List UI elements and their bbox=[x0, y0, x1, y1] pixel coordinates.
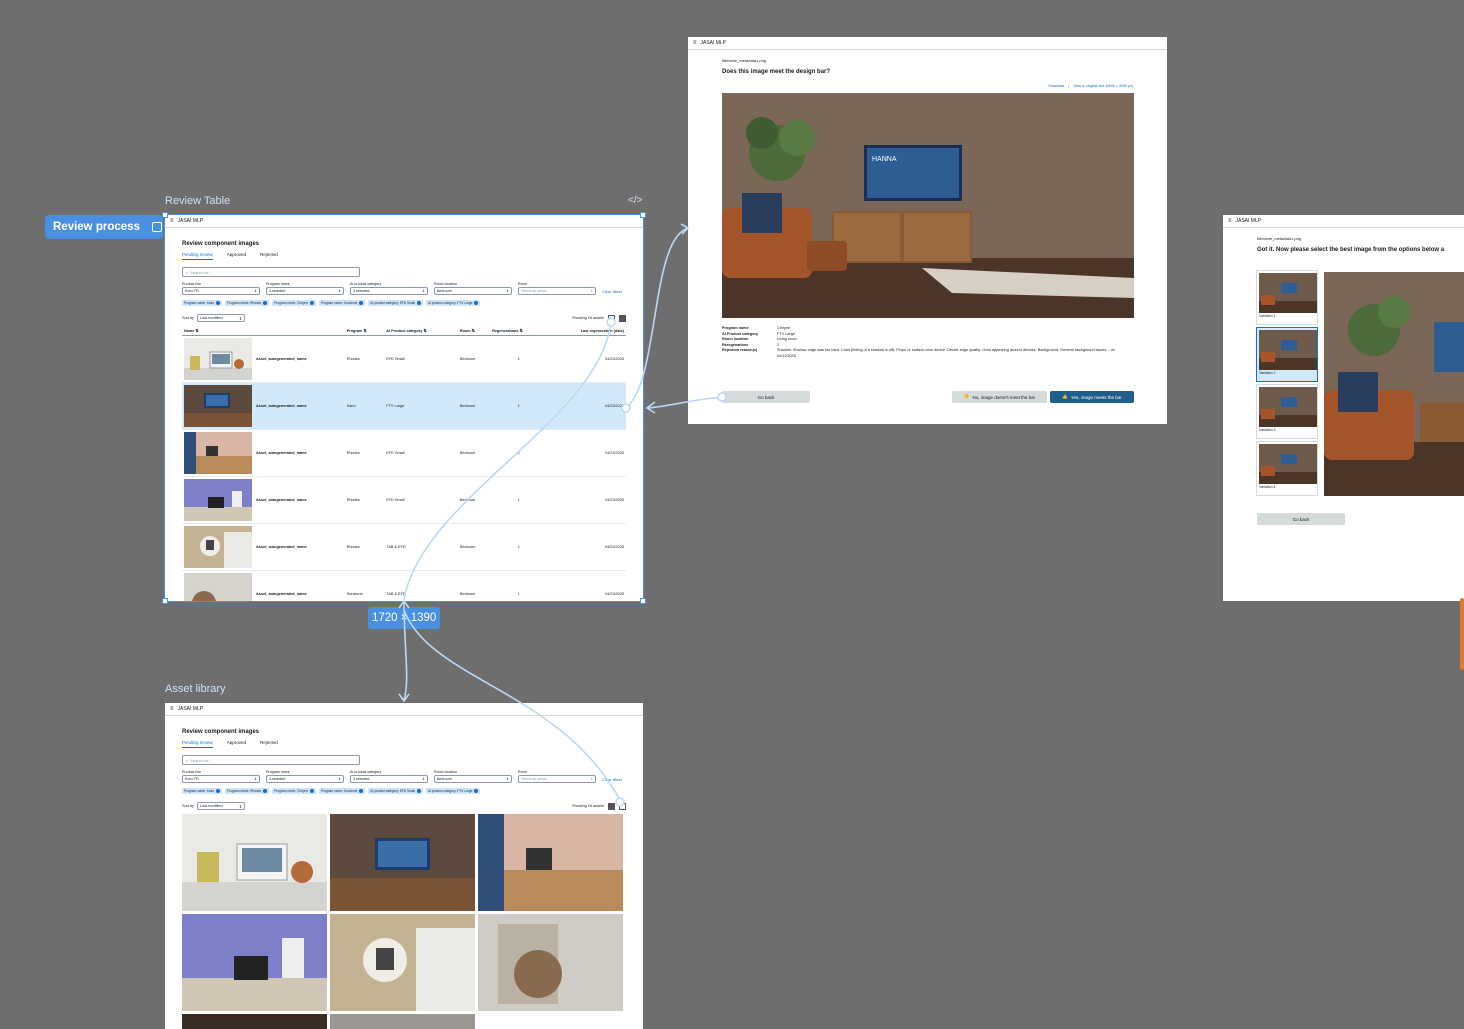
connector-node[interactable] bbox=[717, 392, 727, 402]
prototype-connectors bbox=[398, 223, 727, 807]
connector-node[interactable] bbox=[621, 403, 631, 413]
connector-node[interactable] bbox=[615, 797, 625, 807]
connector-node[interactable] bbox=[606, 317, 616, 327]
connector-library-toggle[interactable] bbox=[403, 609, 621, 801]
connector-back-to-table[interactable] bbox=[647, 396, 723, 409]
connector-row-to-review[interactable] bbox=[625, 227, 689, 409]
offscreen-frame-edge bbox=[1460, 598, 1464, 670]
connector-table-to-library[interactable] bbox=[403, 321, 612, 601]
